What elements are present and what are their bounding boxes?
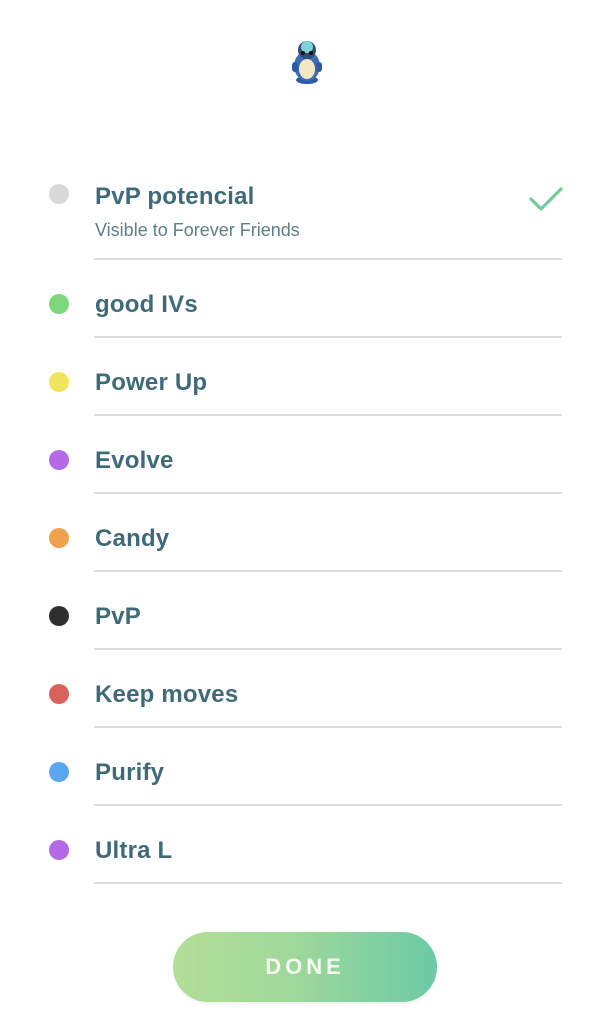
- tag-label: Candy: [95, 525, 170, 552]
- divider: [94, 882, 562, 884]
- tag-row-pvp[interactable]: PvP: [0, 572, 610, 650]
- tag-label: Power Up: [95, 369, 208, 396]
- tag-color-dot: [49, 184, 69, 204]
- tag-label: PvP: [95, 603, 141, 630]
- tag-visibility-note: Visible to Forever Friends: [95, 220, 300, 240]
- tag-color-dot: [49, 840, 69, 860]
- checkmark-icon: [529, 187, 563, 211]
- tag-row-keep-moves[interactable]: Keep moves: [0, 650, 610, 728]
- tag-row-evolve[interactable]: Evolve: [0, 416, 610, 494]
- tag-color-dot: [49, 762, 69, 782]
- tag-color-dot: [49, 372, 69, 392]
- done-button[interactable]: DONE: [173, 932, 437, 1002]
- tag-color-dot: [49, 294, 69, 314]
- tag-color-dot: [49, 528, 69, 548]
- tag-row-good-ivs[interactable]: good IVs: [0, 260, 610, 338]
- tag-row-purify[interactable]: Purify: [0, 728, 610, 806]
- tag-label: Keep moves: [95, 681, 239, 708]
- tag-color-dot: [49, 684, 69, 704]
- tag-row-pvp-potencial[interactable]: PvP potencial Visible to Forever Friends: [0, 156, 610, 260]
- tag-label: PvP potencial: [95, 183, 255, 210]
- tag-picker-screen: PvP potencial Visible to Forever Friends…: [0, 0, 610, 1024]
- pokemon-sprite-icon: [292, 41, 322, 84]
- tag-color-dot: [49, 450, 69, 470]
- tag-label: good IVs: [95, 291, 198, 318]
- tag-label: Evolve: [95, 447, 174, 474]
- tag-label: Ultra L: [95, 837, 173, 864]
- tag-row-power-up[interactable]: Power Up: [0, 338, 610, 416]
- tag-label: Purify: [95, 759, 165, 786]
- tag-color-dot: [49, 606, 69, 626]
- tag-row-ultra-l[interactable]: Ultra L: [0, 806, 610, 884]
- tag-row-candy[interactable]: Candy: [0, 494, 610, 572]
- tag-list: PvP potencial Visible to Forever Friends…: [0, 156, 610, 884]
